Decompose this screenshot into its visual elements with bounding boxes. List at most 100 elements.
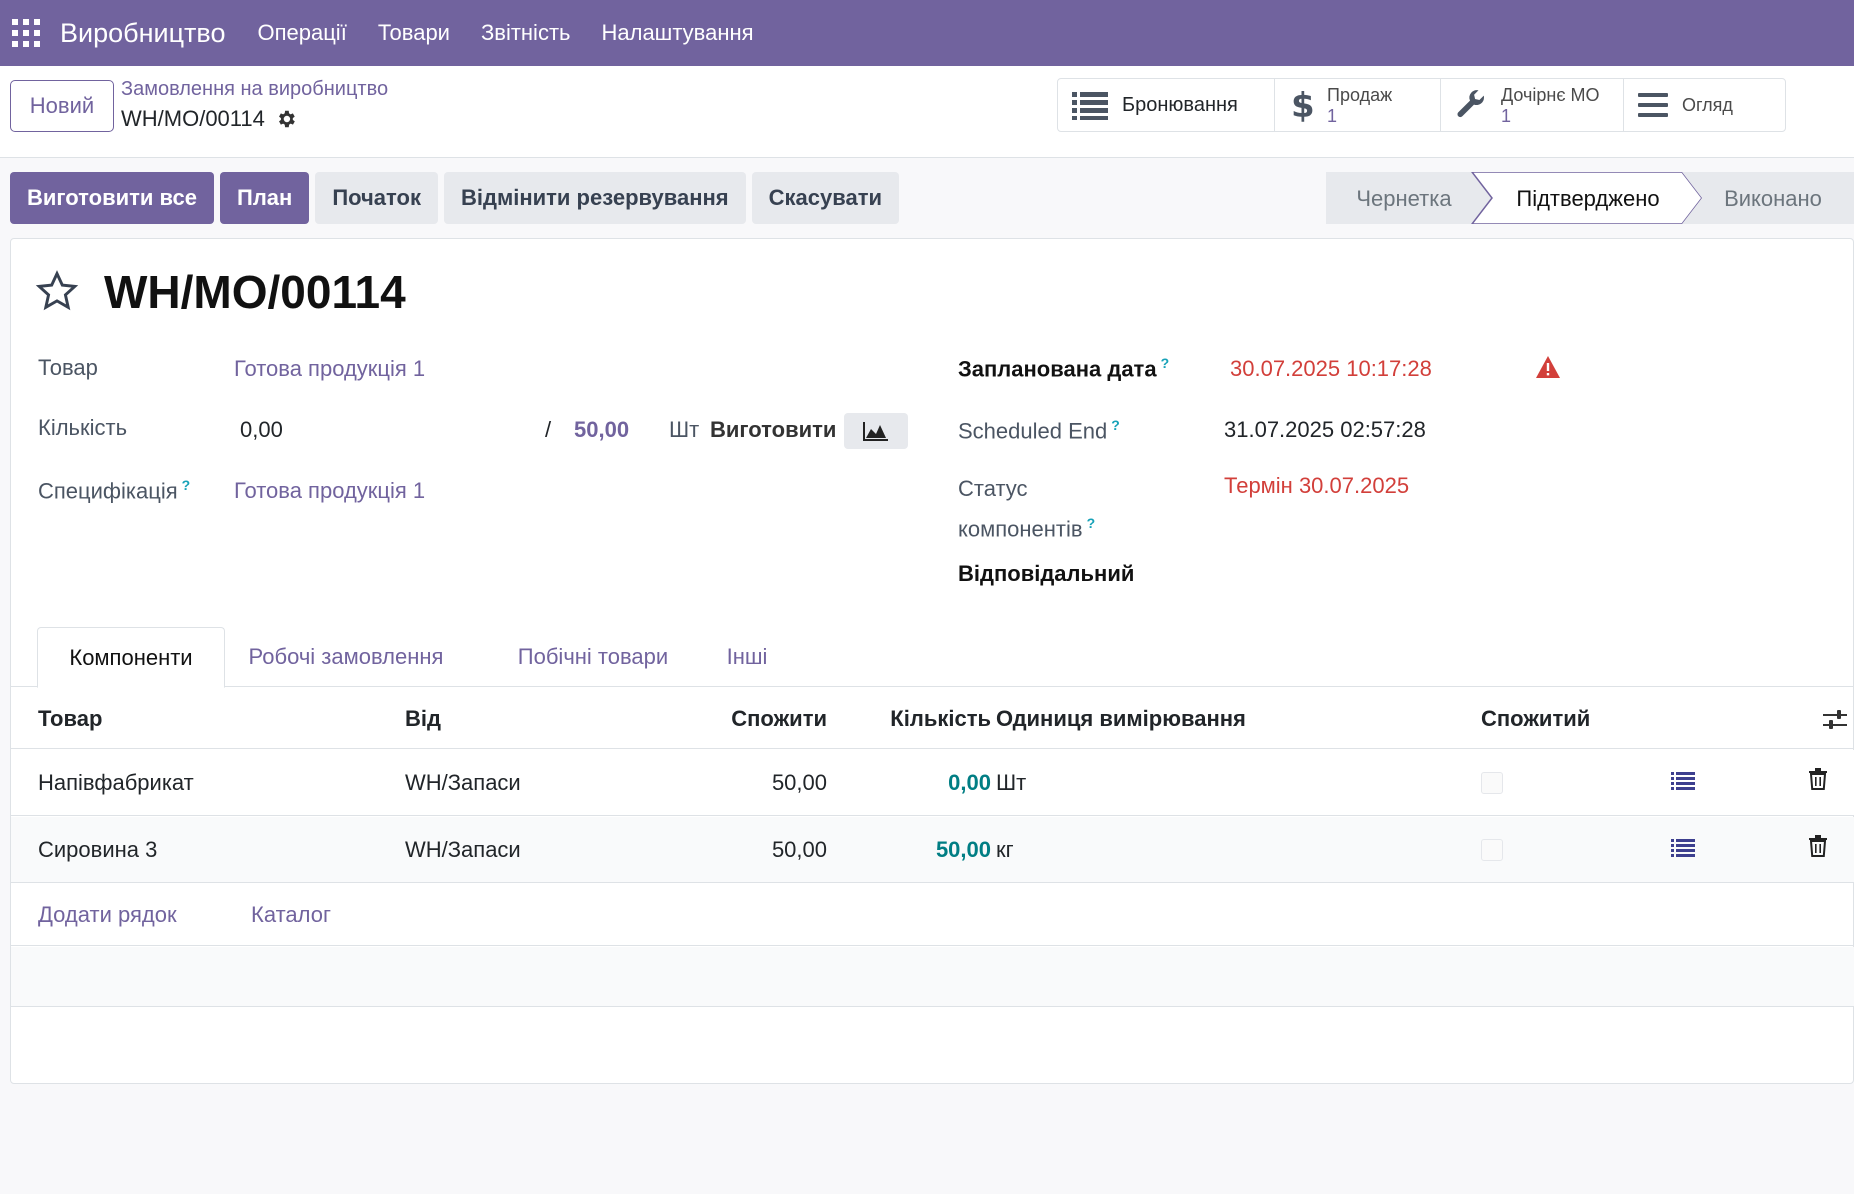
warning-icon	[1536, 356, 1560, 378]
scheduled-date-label: Запланована дата?	[958, 355, 1169, 382]
row-uom: Шт	[996, 770, 1027, 795]
table-row[interactable]: Сировина 3 WH/Запаси 50,00 50,00 кг	[11, 817, 1854, 883]
bom-label-text: Специфікація	[38, 478, 178, 504]
action-bar: Виготовити все План Початок Відмінити ре…	[10, 172, 905, 224]
plan-button[interactable]: План	[220, 172, 310, 224]
row-from: WH/Запаси	[405, 837, 521, 862]
row-uom: кг	[996, 837, 1014, 862]
area-chart-icon	[863, 422, 888, 441]
dollar-icon: $	[1291, 87, 1313, 123]
bars-icon	[1638, 93, 1668, 117]
breadcrumb-current-label: WH/MO/00114	[121, 106, 265, 131]
status-label-draft: Чернетка	[1356, 186, 1452, 211]
reservation-label: Бронювання	[1122, 94, 1238, 116]
empty-row	[11, 947, 1854, 1007]
row-consumed-checkbox[interactable]	[1481, 839, 1503, 861]
quantity-uom[interactable]: Шт	[669, 417, 699, 443]
apps-menu-icon[interactable]	[12, 19, 40, 47]
detailed-operations-icon[interactable]	[1671, 771, 1695, 791]
help-icon[interactable]: ?	[1087, 515, 1096, 531]
child-mo-smart-button[interactable]: Дочірнє МО 1	[1441, 79, 1624, 131]
overview-smart-button[interactable]: Огляд	[1624, 79, 1785, 131]
tab-work-orders[interactable]: Робочі замовлення	[237, 627, 455, 687]
cancel-button[interactable]: Скасувати	[751, 172, 900, 224]
components-status-field: Термін 30.07.2025	[1224, 473, 1410, 498]
unreserve-button[interactable]: Відмінити резервування	[443, 172, 746, 224]
column-to-consume[interactable]: Спожити	[731, 706, 827, 732]
components-status-label-line2: компонентів	[958, 516, 1083, 542]
add-line-row: Додати рядок Каталог	[11, 884, 1854, 946]
scheduled-end-label: Scheduled End?	[958, 417, 1120, 444]
new-button[interactable]: Новий	[10, 80, 114, 132]
child-mo-count: 1	[1501, 105, 1512, 126]
scheduled-end-field[interactable]: 31.07.2025 02:57:28	[1224, 417, 1426, 443]
column-consumed[interactable]: Спожитий	[1481, 706, 1590, 732]
list-icon	[1072, 92, 1108, 120]
quantity-total-field[interactable]: 50,00	[574, 417, 629, 443]
status-bar: Чернетка Підтверджено Виконано	[1326, 172, 1854, 224]
catalog-link[interactable]: Каталог	[251, 902, 331, 928]
status-label-confirmed: Підтверджено	[1516, 186, 1659, 211]
menu-configuration[interactable]: Налаштування	[601, 20, 753, 46]
form-sheet: WH/MO/00114 Товар Готова продукція 1 Кіл…	[10, 238, 1854, 1084]
menu-reporting[interactable]: Звітність	[481, 20, 571, 46]
reservation-smart-button[interactable]: Бронювання	[1058, 79, 1275, 131]
table-row[interactable]: Напівфабрикат WH/Запаси 50,00 0,00 Шт	[11, 750, 1854, 816]
record-title[interactable]: WH/MO/00114	[104, 265, 406, 319]
quantity-label: Кількість	[38, 415, 128, 440]
scheduled-date-field[interactable]: 30.07.2025 10:17:28	[1230, 356, 1432, 382]
components-status-label-line1: Статус	[958, 476, 1028, 501]
bom-label: Специфікація?	[38, 477, 190, 504]
row-quantity[interactable]: 0,00	[948, 770, 991, 796]
add-line-link[interactable]: Додати рядок	[38, 902, 177, 928]
row-product: Сировина 3	[38, 837, 158, 862]
menu-operations[interactable]: Операції	[257, 20, 346, 46]
detailed-operations-icon[interactable]	[1671, 838, 1695, 858]
gear-icon[interactable]	[275, 108, 297, 130]
row-to-consume: 50,00	[771, 770, 827, 795]
trash-icon[interactable]	[1808, 835, 1828, 857]
product-field[interactable]: Готова продукція 1	[234, 356, 425, 382]
help-icon[interactable]: ?	[1161, 355, 1170, 371]
column-product[interactable]: Товар	[38, 706, 102, 732]
tab-components[interactable]: Компоненти	[37, 627, 225, 688]
scheduled-end-label-text: Scheduled End	[958, 418, 1108, 444]
tab-misc[interactable]: Інші	[717, 627, 777, 687]
overview-label: Огляд	[1682, 95, 1733, 115]
tab-by-products[interactable]: Побічні товари	[501, 627, 685, 687]
row-product: Напівфабрикат	[38, 770, 194, 795]
column-quantity[interactable]: Кількість	[890, 706, 991, 732]
column-settings-icon[interactable]	[1823, 709, 1847, 731]
components-table-header: Товар Від Спожити Кількість Одиниця вимі…	[11, 689, 1854, 749]
breadcrumb-parent[interactable]: Замовлення на виробництво	[121, 78, 388, 101]
row-consumed-checkbox[interactable]	[1481, 772, 1503, 794]
row-from: WH/Запаси	[405, 770, 521, 795]
start-button[interactable]: Початок	[315, 172, 438, 224]
bom-field[interactable]: Готова продукція 1	[234, 478, 425, 504]
status-label-done: Виконано	[1724, 186, 1822, 211]
top-navbar: Виробництво Операції Товари Звітність На…	[0, 0, 1854, 66]
help-icon[interactable]: ?	[1111, 417, 1120, 433]
quantity-produced-field[interactable]: 0,00	[240, 417, 283, 443]
sale-label: Продаж	[1327, 84, 1393, 105]
row-quantity[interactable]: 50,00	[936, 837, 991, 863]
column-uom[interactable]: Одиниця вимірювання	[996, 706, 1246, 732]
control-panel: Новий Замовлення на виробництво WH/MO/00…	[0, 66, 1854, 158]
star-icon[interactable]	[35, 269, 79, 313]
smart-buttons: Бронювання $ Продаж 1 Дочірнє МО 1 Огляд	[1057, 78, 1786, 132]
components-status-label: Статус компонентів?	[958, 472, 1095, 546]
menu-products[interactable]: Товари	[378, 20, 450, 46]
product-label: Товар	[38, 355, 98, 380]
quantity-separator: /	[545, 417, 552, 442]
app-name[interactable]: Виробництво	[60, 18, 225, 49]
child-mo-label: Дочірнє МО	[1501, 84, 1600, 105]
scheduled-date-label-text: Запланована дата	[958, 356, 1157, 382]
sale-smart-button[interactable]: $ Продаж 1	[1275, 79, 1441, 131]
column-from[interactable]: Від	[405, 706, 441, 732]
trash-icon[interactable]	[1808, 768, 1828, 790]
produce-all-button[interactable]: Виготовити все	[10, 172, 215, 224]
produce-label: Виготовити	[710, 417, 837, 442]
svg-text:$: $	[1291, 87, 1313, 123]
forecast-button[interactable]	[844, 413, 908, 449]
help-icon[interactable]: ?	[182, 477, 191, 493]
